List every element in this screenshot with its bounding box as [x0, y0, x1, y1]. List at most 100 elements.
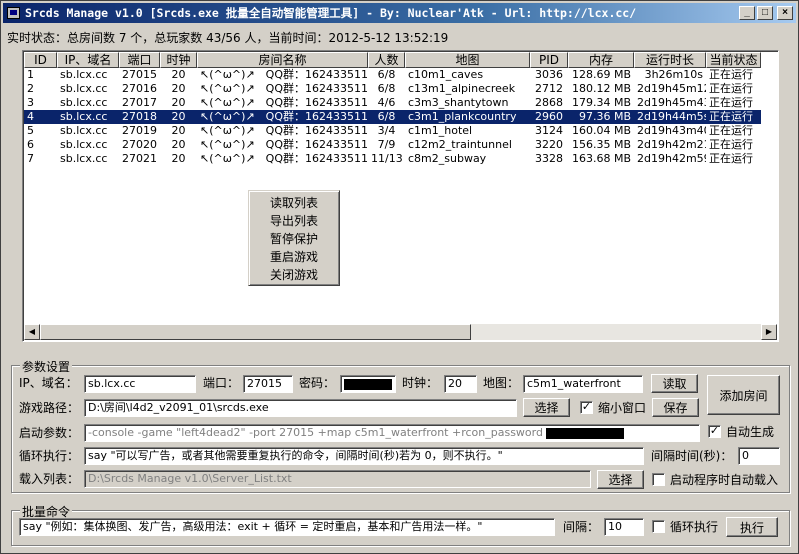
table-row[interactable]: 3 sb.lcx.cc 27017 20 ↖(^ω^)↗ QQ群：162433511 4/… — [24, 96, 761, 110]
save-button[interactable]: 保存 — [652, 398, 699, 417]
header-col-map[interactable]: 地图 — [405, 52, 530, 68]
path-select-button[interactable]: 选择 — [523, 398, 570, 417]
minimize-button[interactable]: _ — [739, 6, 755, 20]
cell-id: 4 — [27, 110, 34, 123]
cell-memory: 160.04 MB — [571, 124, 631, 137]
table-row[interactable]: 5 sb.lcx.cc 27019 20 ↖(^ω^)↗ QQ群：162433511 3/… — [24, 124, 761, 138]
map-input[interactable]: c5m1_waterfront — [523, 375, 643, 393]
loop-exec-input[interactable]: say "可以写广告，或者其他需要重复执行的命令，间隔时间(秒)若为 0，则不执… — [84, 447, 644, 465]
path-label: 游戏路径： — [19, 401, 80, 415]
server-list[interactable]: ID IP、域名 端口 时钟 房间名称 人数 地图 PID 内存 运行时长 当前状态 1 sb.lcx… — [22, 50, 779, 342]
cell-id: 1 — [27, 68, 34, 81]
batch-interval-label: 间隔： — [563, 520, 600, 534]
cell-room-name: ↖(^ω^)↗ QQ群：162433511 — [200, 152, 368, 165]
batch-command-input[interactable]: say "例如：集体换图、发广告，高级用法：exit + 循环 = 定时重启，基… — [19, 518, 555, 536]
cell-tick: 20 — [171, 138, 186, 151]
autoload-checkbox[interactable] — [652, 473, 665, 486]
cell-players: 3/4 — [377, 124, 396, 137]
interval-seconds-input[interactable]: 0 — [738, 447, 780, 465]
cell-id: 6 — [27, 138, 34, 151]
cell-map: c3m3_shantytown — [408, 96, 509, 109]
password-input[interactable] — [340, 375, 396, 393]
cell-ip: sb.lcx.cc — [60, 138, 108, 151]
cell-room-name: ↖(^ω^)↗ QQ群：162433511 — [200, 138, 368, 151]
table-row[interactable]: 2 sb.lcx.cc 27016 20 ↖(^ω^)↗ QQ群：162433511 6/… — [24, 82, 761, 96]
cell-map: c8m2_subway — [408, 152, 487, 165]
batch-interval-input[interactable]: 10 — [604, 518, 644, 536]
cell-memory: 180.12 MB — [571, 82, 631, 95]
add-room-button[interactable]: 添加房间 — [707, 375, 780, 415]
table-row[interactable]: 4 sb.lcx.cc 27018 20 ↖(^ω^)↗ QQ群：162433511 6/… — [24, 110, 761, 124]
cell-pid: 2868 — [535, 96, 563, 109]
scroll-left-icon[interactable]: ◀ — [24, 324, 40, 340]
cell-ip: sb.lcx.cc — [60, 68, 108, 81]
table-row[interactable]: 7 sb.lcx.cc 27021 20 ↖(^ω^)↗ QQ群：162433511 11… — [24, 152, 761, 166]
ctx-restart-game[interactable]: 重启游戏 — [249, 248, 339, 266]
ip-input[interactable]: sb.lcx.cc — [84, 375, 196, 393]
auto-generate-checkbox[interactable]: ✓ — [708, 425, 721, 438]
minimize-window-label: 缩小窗口 — [598, 401, 647, 415]
status-text: 实时状态：总房间数 7 个，总玩家数 43/56 人，当前时间：2012-5-1… — [7, 31, 449, 45]
maximize-button[interactable]: □ — [757, 6, 773, 20]
cell-pid: 3124 — [535, 124, 563, 137]
batch-loop-checkbox[interactable] — [652, 520, 665, 533]
cell-uptime: 2d19h45m12s — [637, 82, 706, 95]
list-header: ID IP、域名 端口 时钟 房间名称 人数 地图 PID 内存 运行时长 当前状态 — [24, 52, 761, 68]
cell-memory: 97.36 MB — [578, 110, 631, 123]
header-col-state[interactable]: 当前状态 — [706, 52, 761, 68]
header-col-uptime[interactable]: 运行时长 — [634, 52, 706, 68]
cell-room-name: ↖(^ω^)↗ QQ群：162433511 — [200, 96, 368, 109]
ctx-export-list[interactable]: 导出列表 — [249, 212, 339, 230]
ctx-pause-protect[interactable]: 暂停保护 — [249, 230, 339, 248]
cell-players: 6/8 — [377, 82, 396, 95]
read-button[interactable]: 读取 — [651, 374, 698, 393]
close-button[interactable]: × — [777, 6, 793, 20]
header-col-tick[interactable]: 时钟 — [160, 52, 197, 68]
cell-port: 27019 — [122, 124, 157, 137]
table-row[interactable]: 6 sb.lcx.cc 27020 20 ↖(^ω^)↗ QQ群：162433511 7/… — [24, 138, 761, 152]
cell-tick: 20 — [171, 68, 186, 81]
cell-ip: sb.lcx.cc — [60, 82, 108, 95]
minimize-window-checkbox[interactable]: ✓ — [580, 401, 593, 414]
launch-params-input[interactable]: -console -game "left4dead2" -port 27015 … — [84, 424, 700, 442]
horizontal-scrollbar[interactable]: ◀ ▶ — [24, 324, 777, 340]
cell-pid: 2712 — [535, 82, 563, 95]
cell-players: 6/8 — [377, 68, 396, 81]
cell-memory: 128.69 MB — [571, 68, 631, 81]
header-col-room-name[interactable]: 房间名称 — [197, 52, 368, 68]
cell-state: 正在运行 — [709, 96, 753, 109]
port-input[interactable]: 27015 — [243, 375, 293, 393]
scroll-right-icon[interactable]: ▶ — [761, 324, 777, 340]
cell-memory: 163.68 MB — [571, 152, 631, 165]
load-list-select-button[interactable]: 选择 — [597, 470, 644, 489]
cell-pid: 2960 — [535, 110, 563, 123]
table-row[interactable]: 1 sb.lcx.cc 27015 20 ↖(^ω^)↗ QQ群：162433511 6/… — [24, 68, 761, 82]
launch-params-text: -console -game "left4dead2" -port 27015 … — [88, 426, 543, 439]
cell-tick: 20 — [171, 124, 186, 137]
header-col-memory[interactable]: 内存 — [568, 52, 634, 68]
loop-exec-label: 循环执行： — [19, 449, 80, 463]
cell-map: c13m1_alpinecreek — [408, 82, 516, 95]
header-col-players[interactable]: 人数 — [368, 52, 405, 68]
path-input[interactable]: D:\房间\l4d2_v2091_01\srcds.exe — [84, 399, 517, 417]
tick-input[interactable]: 20 — [444, 375, 477, 393]
cell-ip: sb.lcx.cc — [60, 152, 108, 165]
header-col-pid[interactable]: PID — [530, 52, 568, 68]
header-col-id[interactable]: ID — [24, 52, 57, 68]
title-bar[interactable]: Srcds Manage v1.0 [Srcds.exe 批量全自动智能管理工具… — [3, 3, 796, 23]
cell-room-name: ↖(^ω^)↗ QQ群：162433511 — [200, 82, 368, 95]
header-col-port[interactable]: 端口 — [119, 52, 160, 68]
app-icon — [7, 7, 20, 19]
cell-players: 11/13 — [371, 152, 403, 165]
scroll-thumb[interactable] — [40, 324, 471, 340]
ip-label: IP、域名： — [19, 376, 78, 390]
tick-label: 时钟： — [402, 376, 439, 390]
cell-players: 7/9 — [377, 138, 396, 151]
header-col-ip[interactable]: IP、域名 — [57, 52, 119, 68]
cell-tick: 20 — [171, 110, 186, 123]
load-list-input[interactable]: D:\Srcds Manage v1.0\Server_List.txt — [84, 470, 591, 488]
ctx-read-list[interactable]: 读取列表 — [249, 194, 339, 212]
cell-state: 正在运行 — [709, 68, 753, 81]
execute-button[interactable]: 执行 — [726, 517, 778, 537]
ctx-close-game[interactable]: 关闭游戏 — [249, 266, 339, 284]
